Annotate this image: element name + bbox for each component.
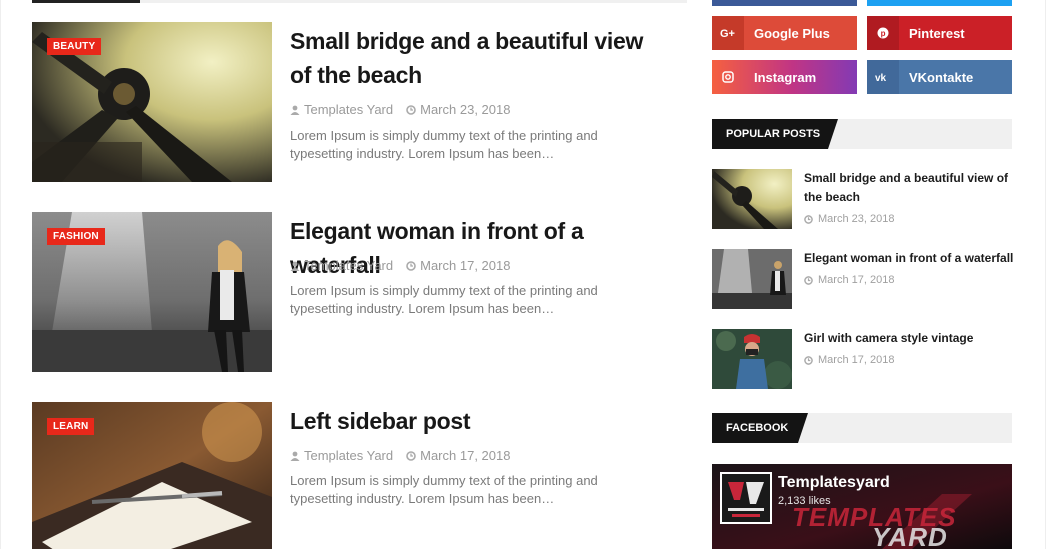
popular-post-meta: March 17, 2018	[804, 354, 894, 366]
post-excerpt: Lorem Ipsum is simply dummy text of the …	[290, 128, 598, 161]
widget-title: FACEBOOK	[712, 413, 798, 443]
post-author[interactable]: Templates Yard	[304, 448, 393, 463]
post-thumbnail[interactable]: BEAUTY	[32, 22, 272, 182]
clock-icon	[804, 275, 813, 285]
popular-post-item: Elegant woman in front of a waterfall Ma…	[712, 249, 1014, 309]
post-thumbnail[interactable]: FASHION	[32, 212, 272, 372]
post-thumbnail[interactable]: LEARN	[32, 402, 272, 549]
post-item: FASHION Elegant woman in front of a wate…	[32, 212, 687, 372]
post-title[interactable]: Small bridge and a beautiful view of the…	[290, 24, 670, 92]
svg-text:p: p	[881, 29, 886, 38]
social-label: Instagram	[754, 69, 817, 85]
popular-post-thumbnail[interactable]	[712, 249, 792, 309]
post-date: March 17, 2018	[420, 258, 511, 273]
social-label: VKontakte	[909, 69, 974, 85]
category-badge[interactable]: LEARN	[47, 418, 95, 435]
category-badge[interactable]: BEAUTY	[47, 38, 102, 55]
facebook-page-name[interactable]: Templatesyard	[778, 474, 890, 492]
post-meta: Templates Yard March 17, 2018	[290, 258, 510, 273]
popular-post-date: March 17, 2018	[818, 274, 895, 286]
facebook-heading: FACEBOOK	[712, 413, 1012, 443]
widget-title: POPULAR POSTS	[712, 119, 828, 149]
popular-post-title[interactable]: Girl with camera style vintage	[804, 329, 1014, 348]
popular-post-title[interactable]: Small bridge and a beautiful view of the…	[804, 169, 1014, 207]
popular-posts-heading: POPULAR POSTS	[712, 119, 1012, 149]
clock-icon	[406, 104, 416, 115]
google-plus-icon: G+	[712, 16, 744, 50]
section-top-rule	[32, 0, 687, 3]
popular-post-item: Small bridge and a beautiful view of the…	[712, 169, 1012, 229]
user-icon	[290, 451, 300, 461]
svg-text:G+: G+	[720, 28, 735, 39]
post-excerpt: Lorem Ipsum is simply dummy text of the …	[290, 473, 598, 506]
post-date: March 23, 2018	[420, 102, 511, 117]
vk-icon: vk	[867, 60, 899, 94]
clock-icon	[406, 260, 416, 271]
pinterest-icon: p	[867, 16, 899, 50]
post-meta: Templates Yard March 17, 2018	[290, 448, 510, 463]
social-label: Google Plus	[754, 25, 830, 41]
google-plus-button[interactable]: G+ Google Plus	[712, 16, 857, 50]
user-icon	[290, 105, 300, 115]
instagram-button[interactable]: Instagram	[712, 60, 857, 94]
twitter-social-bar-partial[interactable]	[867, 0, 1012, 6]
post-excerpt: Lorem Ipsum is simply dummy text of the …	[290, 283, 598, 316]
post-title[interactable]: Left sidebar post	[290, 404, 670, 438]
popular-post-meta: March 23, 2018	[804, 213, 894, 225]
category-badge[interactable]: FASHION	[47, 228, 105, 245]
svg-text:vk: vk	[875, 73, 887, 82]
facebook-banner-wordmark: YARD	[872, 522, 948, 549]
vkontakte-button[interactable]: vk VKontakte	[867, 60, 1012, 94]
post-author[interactable]: Templates Yard	[304, 258, 393, 273]
popular-post-title[interactable]: Elegant woman in front of a waterfall	[804, 249, 1014, 268]
instagram-icon	[712, 60, 744, 94]
post-item: LEARN Left sidebar post Templates Yard M…	[32, 402, 687, 549]
facebook-likes-count: 2,133 likes	[778, 495, 831, 507]
facebook-page-plugin[interactable]: TEMPLATES YARD Templatesyard 2,133 likes	[712, 464, 1012, 549]
clock-icon	[804, 214, 813, 224]
clock-icon	[406, 450, 416, 461]
post-date: March 17, 2018	[420, 448, 511, 463]
post-author[interactable]: Templates Yard	[304, 102, 393, 117]
post-meta: Templates Yard March 23, 2018	[290, 102, 510, 117]
popular-post-meta: March 17, 2018	[804, 274, 894, 286]
pinterest-button[interactable]: p Pinterest	[867, 16, 1012, 50]
user-icon	[290, 261, 300, 271]
facebook-social-bar-partial[interactable]	[712, 0, 857, 6]
popular-post-date: March 23, 2018	[818, 213, 895, 225]
popular-post-item: Girl with camera style vintage March 17,…	[712, 329, 1012, 389]
popular-post-thumbnail[interactable]	[712, 169, 792, 229]
templatesyard-logo[interactable]	[720, 472, 772, 524]
post-item: BEAUTY Small bridge and a beautiful view…	[32, 22, 687, 182]
popular-post-thumbnail[interactable]	[712, 329, 792, 389]
clock-icon	[804, 355, 813, 365]
social-label: Pinterest	[909, 25, 965, 41]
popular-post-date: March 17, 2018	[818, 354, 895, 366]
